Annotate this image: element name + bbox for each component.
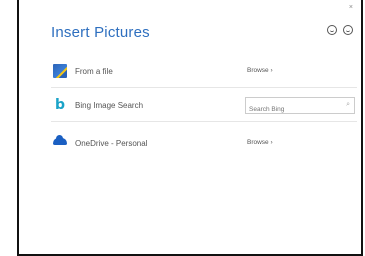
bing-search-input[interactable] [246, 101, 342, 118]
bing-icon: b [55, 97, 66, 113]
onedrive-cloud-icon [53, 135, 67, 145]
search-icon[interactable]: ⌕ [346, 101, 350, 109]
frown-icon[interactable] [343, 25, 353, 35]
source-label: Bing Image Search [75, 101, 144, 110]
folder-picture-icon [53, 64, 67, 78]
source-label: From a file [75, 67, 113, 76]
close-icon[interactable]: × [349, 4, 353, 11]
source-label: OneDrive - Personal [75, 139, 148, 148]
insert-pictures-dialog: × Insert Pictures From a file Browse › b… [17, 0, 363, 256]
bing-search-box: ⌕ [245, 97, 355, 118]
source-row-file: From a file Browse › [51, 58, 357, 88]
browse-link-onedrive[interactable]: Browse › [247, 139, 273, 146]
source-row-onedrive: OneDrive - Personal Browse › [51, 130, 357, 160]
dialog-title: Insert Pictures [51, 24, 150, 41]
smiley-icon[interactable] [327, 25, 337, 35]
source-row-bing: b Bing Image Search ⌕ [51, 92, 357, 122]
browse-link-file[interactable]: Browse › [247, 67, 273, 74]
account-icons [327, 25, 353, 35]
